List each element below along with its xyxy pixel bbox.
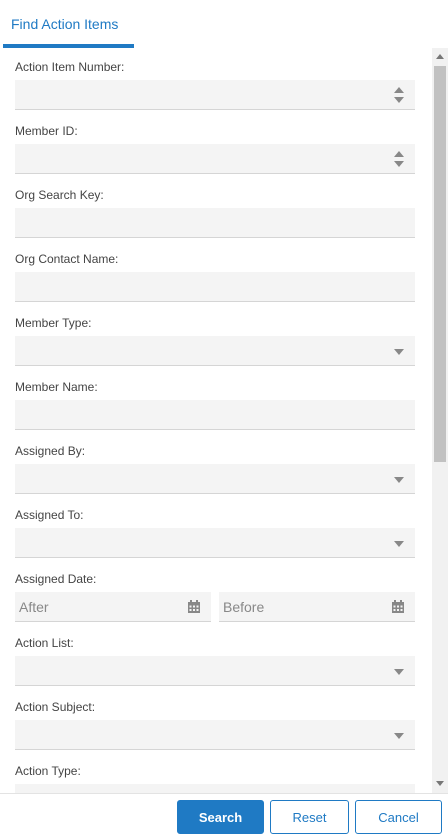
- action-list-label: Action List:: [15, 636, 74, 650]
- member-id-input[interactable]: [15, 144, 415, 174]
- scrollbar-thumb[interactable]: [434, 66, 446, 462]
- member-id-label: Member ID:: [15, 124, 78, 138]
- assigned-date-label: Assigned Date:: [15, 572, 97, 586]
- org-contact-name-input[interactable]: [15, 272, 415, 302]
- action-footer: Search Reset Cancel: [0, 793, 448, 840]
- member-type-select[interactable]: [15, 336, 415, 366]
- date-before-placeholder: Before: [223, 599, 265, 615]
- action-subject-select[interactable]: [15, 720, 415, 750]
- date-after-placeholder: After: [19, 599, 49, 615]
- vertical-scrollbar[interactable]: [432, 48, 448, 793]
- member-name-input[interactable]: [15, 400, 415, 430]
- action-list-select[interactable]: [15, 656, 415, 686]
- tab-find-action-items[interactable]: Find Action Items: [3, 0, 134, 48]
- assigned-date-before-input[interactable]: Before: [219, 592, 415, 622]
- org-search-key-label: Org Search Key:: [15, 188, 104, 202]
- reset-button[interactable]: Reset: [270, 800, 349, 834]
- spinner-icon[interactable]: [394, 87, 404, 103]
- scroll-up-arrow-icon[interactable]: [436, 54, 444, 59]
- member-type-label: Member Type:: [15, 316, 92, 330]
- chevron-down-icon: [394, 733, 404, 739]
- action-type-label: Action Type:: [15, 764, 81, 778]
- tab-label: Find Action Items: [11, 16, 119, 32]
- assigned-by-select[interactable]: [15, 464, 415, 494]
- assigned-to-label: Assigned To:: [15, 508, 84, 522]
- scroll-down-arrow-icon[interactable]: [436, 781, 444, 786]
- action-item-number-label: Action Item Number:: [15, 60, 125, 74]
- chevron-down-icon: [394, 477, 404, 483]
- assigned-by-label: Assigned By:: [15, 444, 86, 458]
- chevron-down-icon: [394, 541, 404, 547]
- assigned-to-select[interactable]: [15, 528, 415, 558]
- action-item-number-input[interactable]: [15, 80, 415, 110]
- search-button[interactable]: Search: [177, 800, 264, 834]
- calendar-icon[interactable]: [391, 600, 405, 614]
- action-type-select[interactable]: [15, 784, 415, 793]
- spinner-icon[interactable]: [394, 151, 404, 167]
- member-name-label: Member Name:: [15, 380, 98, 394]
- action-subject-label: Action Subject:: [15, 700, 96, 714]
- assigned-date-after-input[interactable]: After: [15, 592, 211, 622]
- search-form: Action Item Number: Member ID: Org Searc…: [0, 48, 432, 793]
- org-search-key-input[interactable]: [15, 208, 415, 238]
- tab-bar: Find Action Items: [0, 0, 448, 48]
- cancel-button[interactable]: Cancel: [355, 800, 442, 834]
- calendar-icon[interactable]: [187, 600, 201, 614]
- chevron-down-icon: [394, 669, 404, 675]
- chevron-down-icon: [394, 349, 404, 355]
- org-contact-name-label: Org Contact Name:: [15, 252, 119, 266]
